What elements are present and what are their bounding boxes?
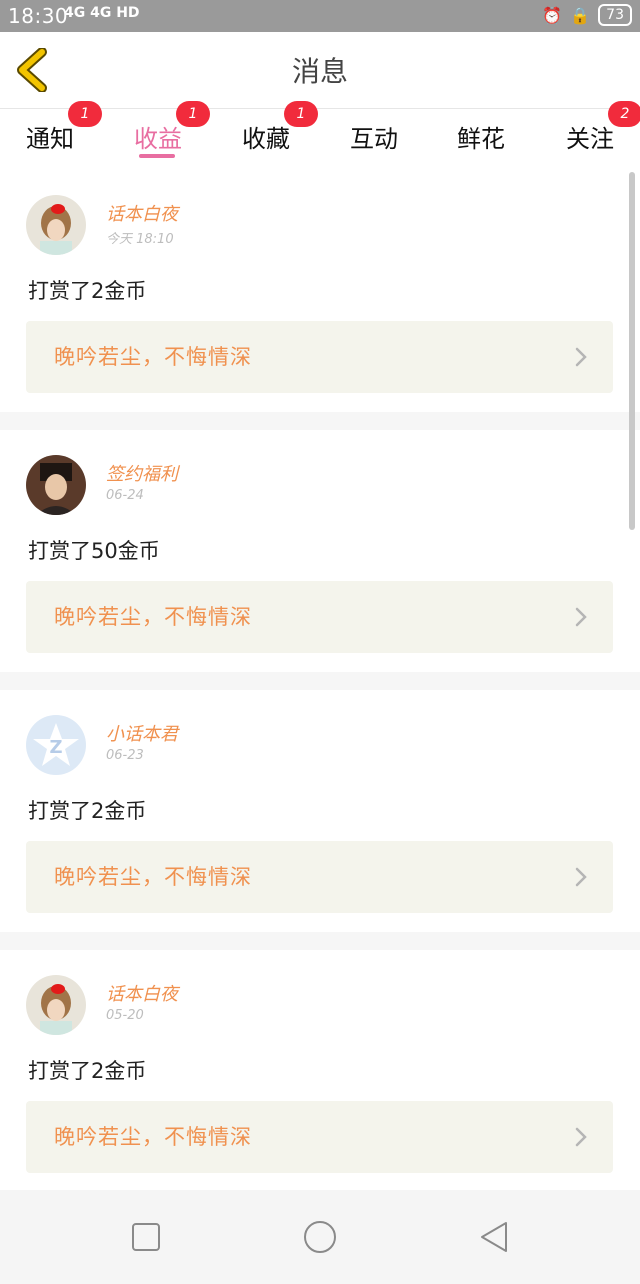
book-title: 晚吟若尘，不悔情深 <box>54 1125 252 1149</box>
active-tab-indicator <box>139 154 175 158</box>
chevron-right-icon <box>575 347 587 367</box>
book-link[interactable]: 晚吟若尘，不悔情深 <box>26 1101 613 1173</box>
message-card: Z 小话本君 06-23 打赏了2金币 晚吟若尘，不悔情深 <box>0 690 640 932</box>
signal-indicator: 4G 4G HD <box>64 5 140 21</box>
header: 消息 <box>0 32 640 109</box>
timestamp: 05-20 <box>106 1008 144 1023</box>
message-card: 话本白夜 今天 18:10 打赏了2金币 晚吟若尘，不悔情深 <box>0 170 640 412</box>
battery-level: 73 <box>598 4 632 26</box>
tab-label: 鲜花 <box>457 125 505 153</box>
avatar[interactable] <box>26 455 86 515</box>
svg-text:Z: Z <box>49 737 62 758</box>
chevron-right-icon <box>575 607 587 627</box>
status-bar: 18:30 4G 4G HD ⏰ 🔒 73 <box>0 0 640 32</box>
book-title: 晚吟若尘，不悔情深 <box>54 345 252 369</box>
username[interactable]: 话本白夜 <box>106 200 178 226</box>
reward-text: 打赏了50金币 <box>28 539 160 563</box>
username[interactable]: 签约福利 <box>106 460 178 486</box>
recents-button[interactable] <box>106 1190 186 1280</box>
page-title: 消息 <box>291 55 348 88</box>
avatar[interactable] <box>26 975 86 1035</box>
logo-avatar-icon: Z <box>26 715 86 775</box>
tab-earnings[interactable]: 收益 1 <box>108 101 210 170</box>
circle-icon <box>304 1221 336 1253</box>
timestamp: 06-23 <box>106 748 144 763</box>
status-right: ⏰ 🔒 73 <box>542 4 632 26</box>
girl-avatar-icon <box>26 195 86 255</box>
tab-favorites[interactable]: 收藏 1 <box>216 101 318 170</box>
scrollbar[interactable] <box>629 172 635 530</box>
man-avatar-icon <box>26 455 86 515</box>
book-link[interactable]: 晚吟若尘，不悔情深 <box>26 321 613 393</box>
book-title: 晚吟若尘，不悔情深 <box>54 605 252 629</box>
tab-label: 互动 <box>350 125 398 153</box>
avatar[interactable]: Z <box>26 715 86 775</box>
message-card: 话本白夜 05-20 打赏了2金币 晚吟若尘，不悔情深 <box>0 950 640 1192</box>
home-button[interactable] <box>280 1190 360 1280</box>
chevron-right-icon <box>575 867 587 887</box>
book-title: 晚吟若尘，不悔情深 <box>54 865 252 889</box>
triangle-back-icon <box>481 1222 507 1252</box>
reward-text: 打赏了2金币 <box>28 279 147 303</box>
avatar[interactable] <box>26 195 86 255</box>
chevron-right-icon <box>575 1127 587 1147</box>
tab-badge: 1 <box>176 101 210 127</box>
tab-badge: 2 <box>608 101 640 127</box>
book-link[interactable]: 晚吟若尘，不悔情深 <box>26 841 613 913</box>
reward-text: 打赏了2金币 <box>28 799 147 823</box>
back-nav-button[interactable] <box>454 1190 534 1280</box>
tab-badge: 1 <box>68 101 102 127</box>
message-card: 签约福利 06-24 打赏了50金币 晚吟若尘，不悔情深 <box>0 430 640 672</box>
tab-bar: 通知 1 收益 1 收藏 1 互动 鲜花 关注 2 <box>0 101 640 170</box>
username[interactable]: 小话本君 <box>106 720 178 746</box>
square-icon <box>132 1223 160 1251</box>
status-time: 18:30 <box>8 4 69 28</box>
username[interactable]: 话本白夜 <box>106 980 178 1006</box>
tab-badge: 1 <box>284 101 318 127</box>
tab-interactions[interactable]: 互动 <box>324 109 424 170</box>
system-nav-bar <box>0 1190 640 1280</box>
alarm-icon: ⏰ <box>542 5 563 25</box>
tab-notifications[interactable]: 通知 1 <box>0 101 102 170</box>
tab-following[interactable]: 关注 2 <box>540 101 640 170</box>
timestamp: 今天 18:10 <box>106 232 174 247</box>
girl-avatar-icon <box>26 975 86 1035</box>
book-link[interactable]: 晚吟若尘，不悔情深 <box>26 581 613 653</box>
tab-flowers[interactable]: 鲜花 <box>431 109 531 170</box>
reward-text: 打赏了2金币 <box>28 1059 147 1083</box>
timestamp: 06-24 <box>106 488 144 503</box>
lock-icon: 🔒 <box>570 5 591 25</box>
